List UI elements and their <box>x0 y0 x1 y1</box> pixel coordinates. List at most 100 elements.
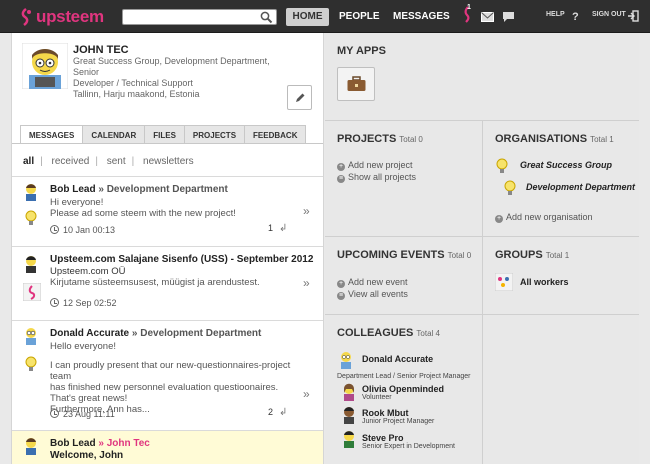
show-projects-link[interactable]: ≡ Show all projects <box>337 172 416 183</box>
mail-icon[interactable] <box>481 12 494 22</box>
nav-people[interactable]: PEOPLE <box>339 8 380 26</box>
groups-title: GROUPS Total 1 <box>495 249 569 261</box>
recipient-name[interactable]: Development Department <box>107 184 228 195</box>
sender-organization[interactable]: Upsteem.com OÜ <box>50 266 295 277</box>
view-events-link[interactable]: ≡ View all events <box>337 289 408 300</box>
sender-avatar <box>26 256 36 273</box>
groups-total: Total 1 <box>545 251 570 260</box>
open-message-icon[interactable]: » <box>303 204 310 218</box>
message-line: Kirjutame süsteemsusest, müügist ja aren… <box>50 277 260 288</box>
add-event-label: Add new event <box>348 277 408 287</box>
add-event-link[interactable]: + Add new event <box>337 277 408 288</box>
organization-logo <box>23 283 41 301</box>
message-filters: all | received | sent | newsletters <box>23 156 194 167</box>
sign-out-icon[interactable] <box>627 10 639 22</box>
sender-name[interactable]: Donald Accurate <box>50 328 129 339</box>
colleague-role: Department Lead / Senior Project Manager <box>337 373 471 380</box>
message-item[interactable]: Upsteem.com Salajane Sisenfo (USS) - Sep… <box>12 246 323 320</box>
pencil-icon <box>296 93 305 102</box>
sender-avatar <box>26 328 36 345</box>
profile-info-line3: Tallinn, Harju maakond, Estonia <box>73 89 200 99</box>
briefcase-icon <box>347 76 366 91</box>
projects-total: Total 0 <box>399 135 423 144</box>
filter-sent[interactable]: sent <box>107 156 126 167</box>
tab-feedback[interactable]: FEEDBACK <box>245 125 307 144</box>
message-item[interactable]: Bob Lead » Development Department Hi eve… <box>12 176 323 246</box>
tab-projects[interactable]: PROJECTS <box>184 125 246 144</box>
newsletter-title[interactable]: Upsteem.com Salajane Sisenfo (USS) - Sep… <box>50 254 313 265</box>
add-organisation-link[interactable]: + Add new organisation <box>495 212 593 223</box>
reply-count: 1 <box>268 223 274 233</box>
message-date-text: 12 Sep 02:52 <box>63 298 117 308</box>
events-title-text: UPCOMING EVENTS <box>337 249 445 261</box>
projects-section: PROJECTS Total 0 + Add new project ≡ Show a… <box>325 121 482 236</box>
colleagues-title: COLLEAGUES Total 4 <box>337 327 440 339</box>
tab-calendar[interactable]: CALENDAR <box>83 125 146 144</box>
search-input[interactable] <box>126 10 256 24</box>
colleague-role: Junior Project Manager <box>362 418 435 425</box>
open-message-icon[interactable]: » <box>303 387 310 401</box>
add-project-link[interactable]: + Add new project <box>337 160 413 171</box>
my-apps-title: MY APPS <box>337 45 386 57</box>
logo-icon <box>21 8 31 26</box>
groups-title-text: GROUPS <box>495 249 543 261</box>
profile-name: JOHN TEC <box>73 44 129 56</box>
colleagues-section: COLLEAGUES Total 4 Donald Accurate Depart… <box>325 315 482 464</box>
plus-icon: + <box>495 215 503 223</box>
add-organisation-label: Add new organisation <box>506 212 593 222</box>
nav-home[interactable]: HOME <box>286 8 329 26</box>
colleague-avatar[interactable] <box>339 351 353 369</box>
chat-icon[interactable] <box>502 11 515 23</box>
open-message-icon[interactable]: » <box>303 276 310 290</box>
nav-messages[interactable]: MESSAGES <box>393 8 450 26</box>
colleague-avatar[interactable] <box>342 430 356 448</box>
search-icon[interactable] <box>260 11 273 24</box>
colleague-avatar[interactable] <box>342 383 356 401</box>
top-bar: upsteem HOME PEOPLE MESSAGES 1 HELP ? SI… <box>0 0 650 33</box>
plus-icon: + <box>337 163 345 171</box>
colleague-avatar[interactable] <box>342 406 356 424</box>
colleague-name[interactable]: Steve Pro <box>362 433 404 443</box>
message-sender: Bob Lead » John Tec <box>50 438 150 449</box>
question-icon[interactable]: ? <box>572 10 580 22</box>
message-date: 12 Sep 02:52 <box>50 298 117 308</box>
filter-received[interactable]: received <box>52 156 90 167</box>
filter-newsletters[interactable]: newsletters <box>143 156 194 167</box>
reply-icon[interactable]: ↲ <box>279 223 287 234</box>
sender-name[interactable]: Bob Lead <box>50 438 96 449</box>
colleague-name[interactable]: Donald Accurate <box>362 354 433 364</box>
colleague-name[interactable]: Olivia Openminded <box>362 384 444 394</box>
message-item[interactable]: Donald Accurate » Development Department… <box>12 320 323 430</box>
sender-avatar <box>26 438 36 455</box>
help-link[interactable]: HELP <box>546 11 565 18</box>
message-subject: Welcome, John <box>50 450 124 461</box>
tabs-divider <box>12 143 323 144</box>
recipient-name[interactable]: Development Department <box>140 328 261 339</box>
recipient-name[interactable]: John Tec <box>107 438 150 449</box>
tab-files[interactable]: FILES <box>145 125 185 144</box>
logo[interactable]: upsteem <box>19 7 104 27</box>
tab-messages[interactable]: MESSAGES <box>20 125 84 144</box>
organisations-section: ORGANISATIONS Total 1 Great Success Group… <box>483 121 639 236</box>
sender-name[interactable]: Bob Lead <box>50 184 96 195</box>
edit-profile-button[interactable] <box>287 85 312 110</box>
colleague-name[interactable]: Rook Mbut <box>362 408 409 418</box>
group-all-workers[interactable]: All workers <box>520 277 569 287</box>
left-column: JOHN TEC Great Success Group, Developmen… <box>11 33 324 464</box>
message-item[interactable]: Bob Lead » John Tec Welcome, John <box>12 430 323 464</box>
events-section: UPCOMING EVENTS Total 0 + Add new event ≡ V… <box>325 237 482 314</box>
sign-out-link[interactable]: SIGN OUT <box>592 11 626 18</box>
profile-avatar[interactable] <box>22 43 68 89</box>
plus-icon: + <box>337 280 345 288</box>
org-great-success-group[interactable]: Great Success Group <box>520 160 612 170</box>
events-total: Total 0 <box>447 251 472 260</box>
app-tile[interactable] <box>337 67 375 101</box>
reply-icon[interactable]: ↲ <box>279 407 287 418</box>
org-development-department[interactable]: Development Department <box>526 182 635 192</box>
message-date-text: 23 Aug 11:11 <box>63 409 115 419</box>
profile-info: Great Success Group, Development Departm… <box>73 56 293 100</box>
filter-all[interactable]: all <box>23 156 34 167</box>
list-icon: ≡ <box>337 175 345 183</box>
message-sender: Upsteem.com Salajane Sisenfo (USS) - Sep… <box>50 254 313 265</box>
projects-title: PROJECTS Total 0 <box>337 133 423 145</box>
